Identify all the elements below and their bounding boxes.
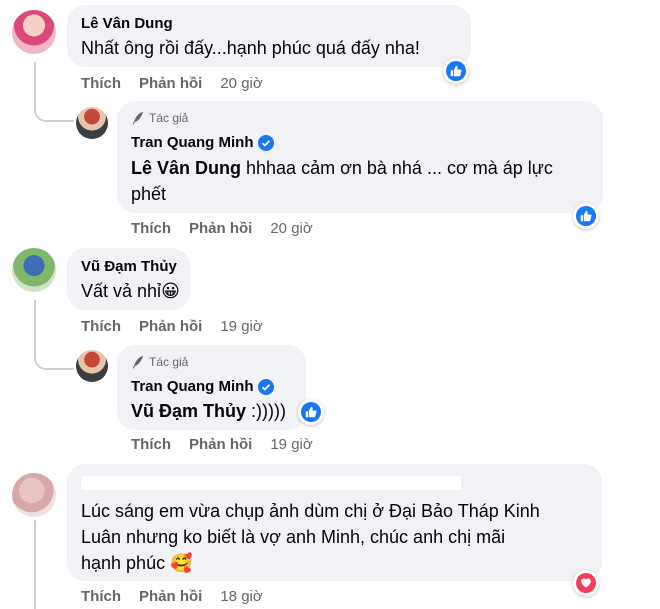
comment-text-line: Lúc sáng em vừa chụp ảnh dùm chị ở Đại B… <box>81 501 540 521</box>
like-button[interactable]: Thích <box>131 220 171 237</box>
author-badge-label: Tác giả <box>149 355 189 369</box>
avatar[interactable] <box>12 10 56 54</box>
comment-actions: Thích Phản hồi 18 giờ <box>81 588 281 606</box>
timestamp[interactable]: 20 giờ <box>220 75 262 92</box>
thread-connector <box>34 62 74 122</box>
reaction-count[interactable] <box>573 570 599 596</box>
comment-bubble: Vũ Đạm Thủy Vất vả nhỉ😀 <box>67 248 190 310</box>
comment-text: Nhất ông rồi đấy...hạnh phúc quá đấy nha… <box>81 38 420 58</box>
smiling-hearts-emoji-icon: 🥰 <box>170 553 193 573</box>
reaction-count[interactable] <box>298 399 324 425</box>
reply-actions: Thích Phản hồi 20 giờ <box>131 220 331 238</box>
comment-text: Vất vả nhỉ😀 <box>81 278 180 304</box>
comment-text-line: Luân nhưng ko biết là vợ anh Minh, chúc … <box>81 527 506 547</box>
reaction-count[interactable] <box>443 58 469 84</box>
comment-actions: Thích Phản hồi 20 giờ <box>81 75 281 93</box>
reply-button[interactable]: Phản hồi <box>139 588 202 605</box>
timestamp[interactable]: 20 giờ <box>270 220 312 237</box>
mention-link[interactable]: Vũ Đạm Thủy <box>131 401 246 421</box>
reply-author-name[interactable]: Tran Quang Minh <box>131 378 254 395</box>
comment-bubble: Lúc sáng em vừa chụp ảnh dùm chị ở Đại B… <box>67 464 602 581</box>
like-button[interactable]: Thích <box>81 588 121 605</box>
reply-text-line: hhhaa cảm ơn bà nhá ... cơ mà áp lực <box>241 158 553 178</box>
grinning-emoji-icon: 😀 <box>161 281 180 301</box>
thread-connector <box>34 300 74 370</box>
avatar[interactable] <box>12 473 56 517</box>
reply-button[interactable]: Phản hồi <box>189 220 252 237</box>
like-icon <box>446 61 466 81</box>
love-icon <box>576 573 596 593</box>
reply-text: Vũ Đạm Thủy :))))) <box>131 398 286 424</box>
quill-icon <box>132 111 144 125</box>
reply-button[interactable]: Phản hồi <box>139 75 202 92</box>
timestamp[interactable]: 19 giờ <box>270 436 312 453</box>
comment-author[interactable]: Lê Vân Dung <box>81 15 173 32</box>
thread-connector <box>34 520 36 609</box>
mention-link[interactable]: Lê Vân Dung <box>131 158 241 178</box>
comment-bubble: Lê Vân Dung Nhất ông rồi đấy...hạnh phúc… <box>67 5 471 67</box>
avatar[interactable] <box>76 107 108 139</box>
reply-button[interactable]: Phản hồi <box>189 436 252 453</box>
hidden-author-name <box>81 476 461 490</box>
like-button[interactable]: Thích <box>81 318 121 335</box>
reply-text: Lê Vân Dung hhhaa cảm ơn bà nhá ... cơ m… <box>131 155 601 207</box>
timestamp[interactable]: 19 giờ <box>220 318 262 335</box>
reply-author: Tran Quang Minh <box>131 134 274 152</box>
like-icon <box>576 206 596 226</box>
author-badge-label: Tác giả <box>149 111 189 125</box>
timestamp[interactable]: 18 giờ <box>220 588 262 605</box>
reply-actions: Thích Phản hồi 19 giờ <box>131 436 331 454</box>
verified-badge-icon <box>257 135 274 152</box>
reply-bubble: Tác giả Tran Quang Minh Lê Vân Dung hhha… <box>117 101 603 213</box>
quill-icon <box>132 355 144 369</box>
reply-author: Tran Quang Minh <box>131 378 274 396</box>
like-button[interactable]: Thích <box>131 436 171 453</box>
comment-text-line: hạnh phúc <box>81 553 166 573</box>
avatar[interactable] <box>76 350 108 382</box>
reply-text-line: phết <box>131 184 167 204</box>
comment-author[interactable]: Vũ Đạm Thủy <box>81 258 177 275</box>
reply-bubble: Tác giả Tran Quang Minh Vũ Đạm Thủy :)))… <box>117 345 306 430</box>
verified-badge-icon <box>257 379 274 396</box>
author-badge: Tác giả <box>131 111 188 125</box>
like-button[interactable]: Thích <box>81 75 121 92</box>
avatar[interactable] <box>12 248 56 292</box>
comment-text: Lúc sáng em vừa chụp ảnh dùm chị ở Đại B… <box>81 498 591 576</box>
comment-text-content: Vất vả nhỉ <box>81 281 162 301</box>
author-badge: Tác giả <box>131 355 188 369</box>
reaction-count[interactable] <box>573 203 599 229</box>
reply-author-name[interactable]: Tran Quang Minh <box>131 134 254 151</box>
like-icon <box>301 402 321 422</box>
reply-text-content: :))))) <box>246 401 286 421</box>
comment-actions: Thích Phản hồi 19 giờ <box>81 318 281 336</box>
reply-button[interactable]: Phản hồi <box>139 318 202 335</box>
